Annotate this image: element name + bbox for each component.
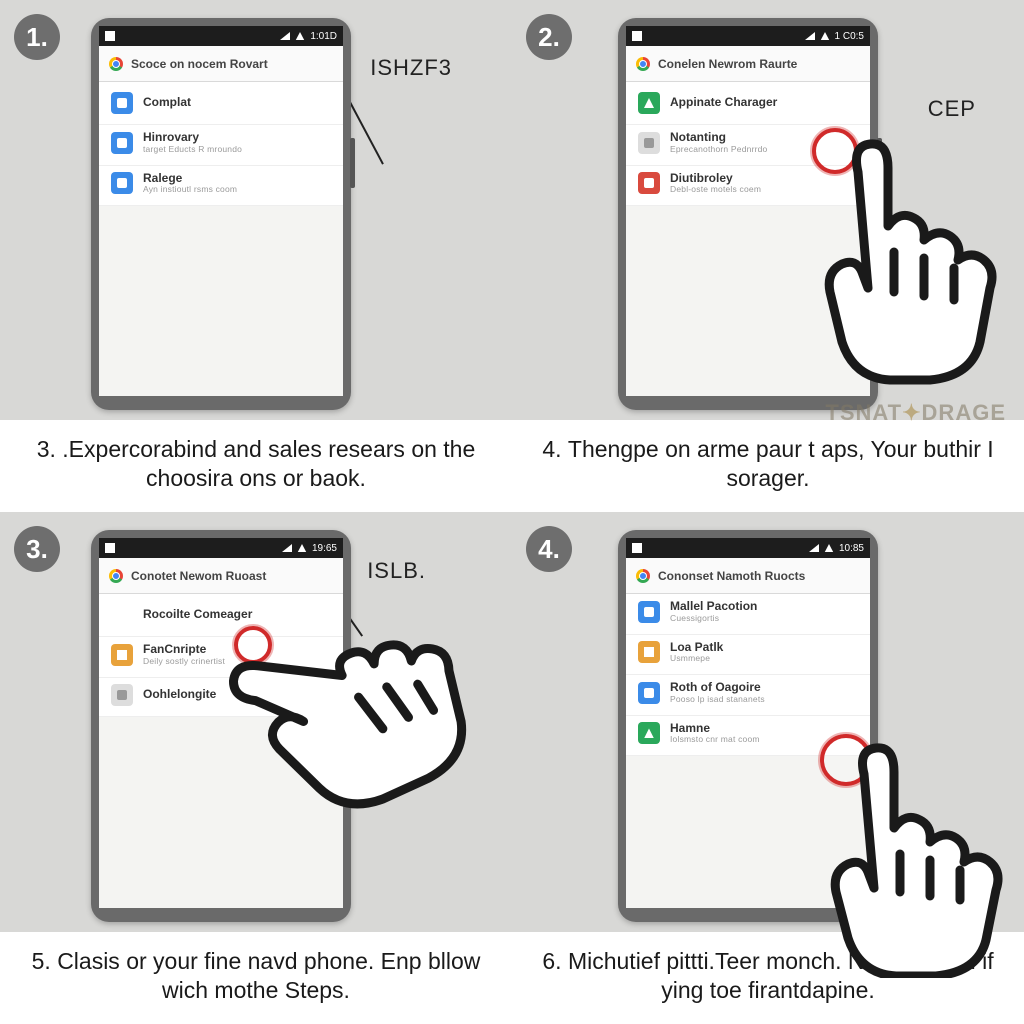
- status-bar: 10:85: [626, 538, 870, 558]
- step-badge: 4.: [526, 526, 572, 572]
- star-icon: ✦: [902, 400, 921, 425]
- power-button[interactable]: [877, 138, 882, 188]
- settings-list: Complat Hinrovarytarget Educts R mroundo…: [99, 82, 343, 396]
- status-time: 10:85: [839, 543, 864, 554]
- item-icon: [638, 722, 660, 744]
- step-panel-4: 4. 10:85 Cononset Namoth Ruocts: [512, 512, 1024, 1024]
- step-panel-2: 2. CEP 1 C0:5 Conelen Newrom Raurte: [512, 0, 1024, 512]
- status-app-icon: [632, 31, 642, 41]
- watermark-text: TSNAT✦DRAGE: [825, 400, 1006, 426]
- callout-label: ISHZF3: [370, 55, 452, 81]
- step-caption: 5. Clasis or your fine navd phone. Enp b…: [0, 932, 512, 1024]
- item-icon: [638, 132, 660, 154]
- item-icon: [111, 604, 133, 626]
- app-header: Conelen Newrom Raurte: [626, 46, 870, 82]
- status-bar: 1 C0:5: [626, 26, 870, 46]
- callout-label: ISLB.: [367, 558, 426, 584]
- status-app-icon: [105, 543, 115, 553]
- tap-indicator: [234, 626, 272, 664]
- tutorial-grid: 1. ISHZF3 1:01D Scoce on nocem Rovart: [0, 0, 1024, 1024]
- app-title: Scoce on nocem Rovart: [131, 57, 268, 71]
- app-logo-icon: [636, 569, 650, 583]
- status-app-icon: [632, 543, 642, 553]
- signal-icon: [809, 544, 819, 552]
- step-panel-3: 3. ISLB. 19:65 Conotet Newom Ruoast: [0, 512, 512, 1024]
- app-header: Scoce on nocem Rovart: [99, 46, 343, 82]
- item-icon: [111, 132, 133, 154]
- phone-frame: 1 C0:5 Conelen Newrom Raurte Appinate Ch…: [618, 18, 878, 410]
- app-title: Conotet Newom Ruoast: [131, 569, 266, 583]
- status-bar: 1:01D: [99, 26, 343, 46]
- power-button[interactable]: [350, 138, 355, 188]
- phone-frame: 10:85 Cononset Namoth Ruocts Mallel Paco…: [618, 530, 878, 922]
- status-bar: 19:65: [99, 538, 343, 558]
- step-caption: 6. Michutief pittti.Teer monch. Near Sco…: [512, 932, 1024, 1024]
- status-time: 1:01D: [310, 31, 337, 42]
- phone-frame: 19:65 Conotet Newom Ruoast Rocoilte Come…: [91, 530, 351, 922]
- tap-indicator: [812, 128, 858, 174]
- item-icon: [111, 684, 133, 706]
- step-panel-1: 1. ISHZF3 1:01D Scoce on nocem Rovart: [0, 0, 512, 512]
- item-icon: [111, 172, 133, 194]
- item-icon: [638, 92, 660, 114]
- app-header: Conotet Newom Ruoast: [99, 558, 343, 594]
- list-item[interactable]: Appinate Charager: [626, 82, 870, 125]
- list-item[interactable]: Rocoilte Comeager: [99, 594, 343, 637]
- signal-icon: [805, 32, 815, 40]
- app-logo-icon: [109, 57, 123, 71]
- wifi-icon: [820, 32, 828, 40]
- phone-screen: 1 C0:5 Conelen Newrom Raurte Appinate Ch…: [626, 26, 870, 396]
- list-item[interactable]: Hinrovarytarget Educts R mroundo: [99, 125, 343, 166]
- step-caption: 3. .Expercorabind and sales resears on t…: [0, 420, 512, 512]
- app-header: Cononset Namoth Ruocts: [626, 558, 870, 594]
- signal-icon: [280, 32, 290, 40]
- list-item[interactable]: FanCnripteDeily sostly crinertist: [99, 637, 343, 678]
- list-item[interactable]: Loa PatlkUsmmepe: [626, 635, 870, 676]
- item-icon: [638, 601, 660, 623]
- phone-screen: 10:85 Cononset Namoth Ruocts Mallel Paco…: [626, 538, 870, 908]
- app-title: Conelen Newrom Raurte: [658, 57, 797, 71]
- wifi-icon: [825, 544, 833, 552]
- app-logo-icon: [636, 57, 650, 71]
- app-logo-icon: [109, 569, 123, 583]
- step-badge: 1.: [14, 14, 60, 60]
- step-badge: 3.: [14, 526, 60, 572]
- signal-icon: [282, 544, 292, 552]
- app-title: Cononset Namoth Ruocts: [658, 569, 805, 583]
- phone-frame: 1:01D Scoce on nocem Rovart Complat Hinr…: [91, 18, 351, 410]
- callout-label: CEP: [928, 96, 976, 122]
- item-icon: [111, 644, 133, 666]
- phone-screen: 19:65 Conotet Newom Ruoast Rocoilte Come…: [99, 538, 343, 908]
- item-icon: [111, 92, 133, 114]
- list-item[interactable]: Mallel PacotionCuessigortis: [626, 594, 870, 635]
- settings-list: Rocoilte Comeager FanCnripteDeily sostly…: [99, 594, 343, 908]
- wifi-icon: [298, 544, 306, 552]
- step-badge: 2.: [526, 14, 572, 60]
- list-item[interactable]: RalegeAyn instioutl rsms coom: [99, 166, 343, 207]
- status-time: 1 C0:5: [835, 31, 864, 42]
- status-time: 19:65: [312, 543, 337, 554]
- phone-screen: 1:01D Scoce on nocem Rovart Complat Hinr…: [99, 26, 343, 396]
- list-item[interactable]: Roth of OagoirePooso lp isad stananets: [626, 675, 870, 716]
- list-item[interactable]: Complat: [99, 82, 343, 125]
- item-icon: [638, 641, 660, 663]
- wifi-icon: [296, 32, 304, 40]
- step-caption: 4. Thengpe on arme paur t aps, Your buth…: [512, 420, 1024, 512]
- item-icon: [638, 172, 660, 194]
- list-item[interactable]: Oohlelongite: [99, 678, 343, 717]
- tap-indicator: [820, 734, 872, 786]
- status-app-icon: [105, 31, 115, 41]
- item-icon: [638, 682, 660, 704]
